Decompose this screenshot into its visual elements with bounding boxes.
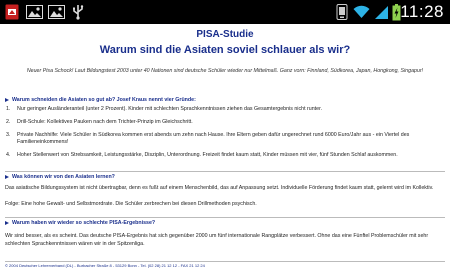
list-text: Drill-Schule: Kollektives Pauken nach de… <box>17 118 193 125</box>
answer-paragraph: Wir sind besser, als es scheint. Das deu… <box>5 233 429 247</box>
web-content[interactable]: PISA-Studie Warum sind die Asiaten sovie… <box>0 24 450 270</box>
list-item: 2. Drill-Schule: Kollektives Pauken nach … <box>6 119 444 127</box>
question-link-1[interactable]: Warum schneiden die Asiaten so gut ab? J… <box>5 97 196 103</box>
footer-copyright: © 2004 Deutscher Lehrerverband (DL) - Bu… <box>5 263 205 268</box>
question-link-3[interactable]: Warum haben wir wieder so schlechte PISA… <box>5 220 155 226</box>
photo-icon <box>25 3 43 21</box>
list-number: 2. <box>6 118 11 125</box>
list-number: 3. <box>6 131 11 138</box>
list-text: Nur geringer Ausländeranteil (unter 2 Pr… <box>17 106 323 112</box>
arrow-right-icon <box>5 221 9 225</box>
answer-paragraph: Das asiatische Bildungssystem ist nicht … <box>5 185 434 191</box>
clock: 11:28 <box>400 2 444 21</box>
page-title: PISA-Studie <box>196 29 254 40</box>
divider <box>5 217 445 218</box>
wifi-icon <box>352 3 370 21</box>
list-item: 1. Nur geringer Ausländeranteil (unter 2 … <box>6 106 444 114</box>
list-text: Private Nachhilfe: Viele Schüler in Südk… <box>17 131 410 146</box>
article-intro: Neuer Pisa Schock! Laut Bildungstest 200… <box>26 68 424 74</box>
question-text: Warum schneiden die Asiaten so gut ab? J… <box>12 97 196 103</box>
reasons-list: 1. Nur geringer Ausländeranteil (unter 2 … <box>6 106 444 165</box>
list-item: 4. Hoher Stellenwert von Strebsamkeit, Le… <box>6 152 444 160</box>
divider <box>5 261 445 262</box>
question-text: Warum haben wir wieder so schlechte PISA… <box>12 220 156 226</box>
arrow-right-icon <box>5 98 9 102</box>
usb-icon <box>70 3 86 21</box>
list-number: 4. <box>6 152 11 159</box>
pdf-file-icon <box>4 3 20 21</box>
question-link-2[interactable]: Was können wir von den Asiaten lernen? <box>5 174 115 180</box>
divider <box>5 171 445 172</box>
signal-icon <box>373 3 389 21</box>
answer-paragraph: Folge: Eine hohe Gewalt- und Selbstmordr… <box>5 201 257 207</box>
phone-icon <box>335 3 349 21</box>
list-number: 1. <box>6 106 11 112</box>
article-headline: Warum sind die Asiaten soviel schlauer a… <box>99 44 351 56</box>
list-text: Hoher Stellenwert von Strebsamkeit, Leis… <box>17 152 398 159</box>
arrow-right-icon <box>5 175 9 179</box>
question-text: Was können wir von den Asiaten lernen? <box>12 174 115 180</box>
status-bar: 11:28 <box>0 0 450 24</box>
photo-icon <box>47 3 65 21</box>
list-item: 3. Private Nachhilfe: Viele Schüler in Sü… <box>6 132 444 148</box>
